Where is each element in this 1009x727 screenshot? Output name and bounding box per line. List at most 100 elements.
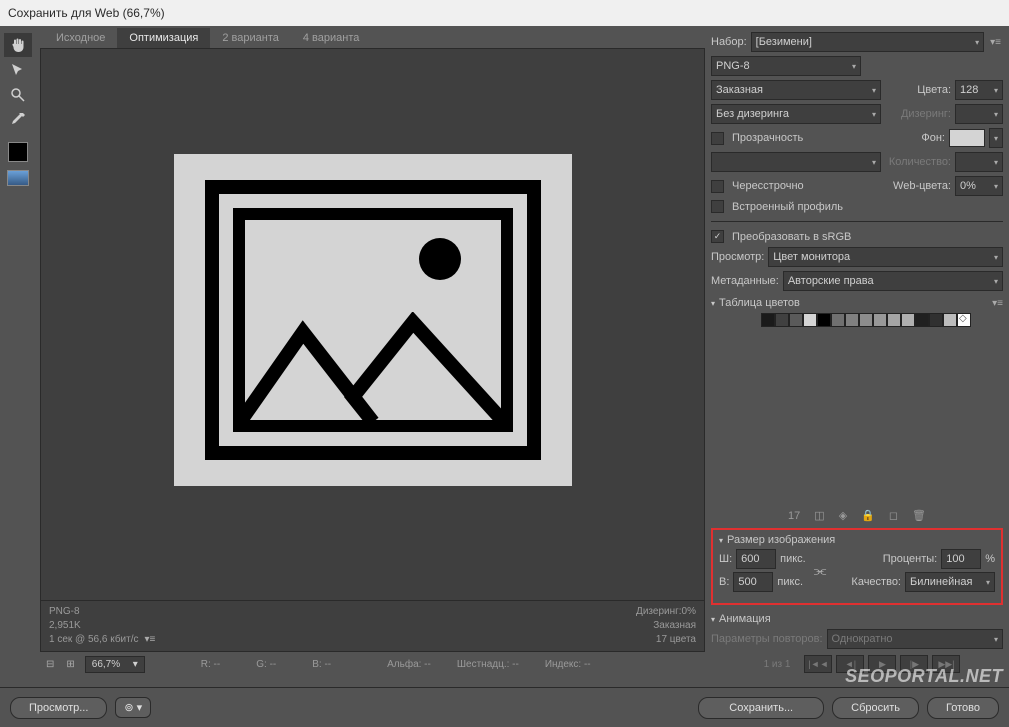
loop-select: Однократно▾: [827, 629, 1003, 649]
canvas-area[interactable]: [40, 48, 705, 601]
hand-tool[interactable]: [4, 33, 32, 57]
tab-2up[interactable]: 2 варианта: [210, 28, 291, 48]
tab-4up[interactable]: 4 варианта: [291, 28, 372, 48]
convert-srgb-label: Преобразовать в sRGB: [732, 231, 851, 243]
height-input[interactable]: [733, 572, 773, 592]
transparency-label: Прозрачность: [732, 132, 803, 144]
webcolors-select[interactable]: 0%▾: [955, 176, 1003, 196]
color-swatch[interactable]: [943, 313, 957, 327]
reset-button[interactable]: Сбросить: [832, 697, 919, 719]
preview-label: Просмотр:: [711, 251, 764, 263]
speed-menu-icon[interactable]: ▾≡: [143, 633, 158, 647]
new-color-icon[interactable]: ◻: [889, 509, 898, 522]
transparency-checkbox[interactable]: [711, 132, 724, 145]
color-swatch[interactable]: [775, 313, 789, 327]
preset-select[interactable]: [Безимени]▾: [751, 32, 984, 52]
color-swatch[interactable]: [761, 313, 775, 327]
interlaced-checkbox[interactable]: [711, 180, 724, 193]
preview-tabs: Исходное Оптимизация 2 варианта 4 вариан…: [36, 26, 709, 48]
status-g: G: --: [256, 659, 276, 670]
color-swatch[interactable]: [887, 313, 901, 327]
eyedropper-tool[interactable]: [4, 108, 32, 132]
browser-preview-button[interactable]: ⊚ ▾: [115, 697, 151, 718]
eyedropper-color-swatch[interactable]: [8, 142, 28, 162]
color-swatch[interactable]: [901, 313, 915, 327]
zoom-select[interactable]: 66,7%▾: [85, 656, 145, 673]
percent-input[interactable]: [941, 549, 981, 569]
color-swatch[interactable]: [845, 313, 859, 327]
info-dither-value: 0%: [682, 606, 696, 617]
quality-label: Качество:: [851, 576, 901, 588]
loop-label: Параметры повторов:: [711, 633, 823, 645]
percent-label: Проценты:: [883, 553, 938, 565]
color-swatch[interactable]: [817, 313, 831, 327]
quality-select[interactable]: Билинейная▾: [905, 572, 995, 592]
width-label: Ш:: [719, 553, 732, 565]
slice-visibility-toggle[interactable]: [7, 170, 29, 186]
color-swatch[interactable]: [929, 313, 943, 327]
tab-optimized[interactable]: Оптимизация: [117, 28, 210, 48]
color-table-toolbar: 17 ◫ ◈ 🔒 ◻ 🗑: [711, 505, 1003, 526]
optimize-info-strip: PNG-8 2,951K 1 сек @ 56,6 кбит/с ▾≡ Дизе…: [40, 601, 705, 652]
embed-profile-checkbox[interactable]: [711, 200, 724, 213]
dither-amount-label: Дизеринг:: [901, 108, 951, 120]
color-table-swatches[interactable]: [761, 313, 1003, 327]
preset-menu-icon[interactable]: ▾≡: [988, 37, 1003, 48]
first-frame-button[interactable]: |◄◄: [804, 655, 832, 673]
colors-select[interactable]: 128▾: [955, 80, 1003, 100]
matte-label: Фон:: [921, 132, 945, 144]
shift-web-icon[interactable]: ◈: [839, 509, 847, 522]
zoom-tool[interactable]: [4, 83, 32, 107]
colors-label: Цвета:: [917, 84, 951, 96]
interlaced-label: Чересстрочно: [732, 180, 804, 192]
delete-color-icon[interactable]: 🗑: [912, 509, 926, 522]
preview-button[interactable]: Просмотр...: [10, 697, 107, 719]
plus-icon[interactable]: ⊞: [64, 659, 76, 670]
info-download-time: 1 сек @ 56,6 кбит/с: [49, 633, 139, 647]
info-dither-label: Дизеринг:: [636, 606, 682, 617]
save-button[interactable]: Сохранить...: [698, 697, 824, 719]
animation-collapse-icon[interactable]: ▾: [711, 615, 715, 624]
color-table-menu-icon[interactable]: ▾≡: [992, 298, 1003, 309]
color-table-collapse-icon[interactable]: ▾: [711, 299, 715, 308]
color-swatch[interactable]: [803, 313, 817, 327]
color-swatch[interactable]: [915, 313, 929, 327]
minus-icon[interactable]: ⊟: [44, 659, 56, 670]
constrain-proportions-icon[interactable]: ⫘: [810, 562, 831, 579]
image-size-title: Размер изображения: [727, 534, 835, 546]
info-palette: Заказная: [636, 619, 696, 633]
color-swatch-placeholder[interactable]: [957, 313, 971, 327]
color-swatch[interactable]: [859, 313, 873, 327]
dither-method-select[interactable]: Без дизеринга▾: [711, 104, 881, 124]
preset-label: Набор:: [711, 36, 747, 48]
convert-srgb-checkbox[interactable]: [711, 230, 724, 243]
color-swatch[interactable]: [789, 313, 803, 327]
preview-select[interactable]: Цвет монитора▾: [768, 247, 1003, 267]
color-swatch[interactable]: [831, 313, 845, 327]
format-select[interactable]: PNG-8▾: [711, 56, 861, 76]
frame-indicator: 1 из 1: [754, 659, 801, 670]
map-to-transparent-icon[interactable]: ◫: [814, 509, 824, 522]
matte-color-well[interactable]: [949, 129, 985, 147]
lock-color-icon[interactable]: 🔒: [861, 509, 875, 522]
height-unit: пикс.: [777, 576, 803, 588]
tab-original[interactable]: Исходное: [44, 28, 117, 48]
color-swatch[interactable]: [873, 313, 887, 327]
color-table-title: Таблица цветов: [719, 297, 800, 309]
done-button[interactable]: Готово: [927, 697, 999, 719]
width-input[interactable]: [736, 549, 776, 569]
info-filesize: 2,951K: [49, 619, 157, 633]
color-count: 17: [788, 510, 800, 522]
status-alpha: Альфа: --: [387, 659, 431, 670]
metadata-select[interactable]: Авторские права▾: [783, 271, 1003, 291]
window-title: Сохранить для Web (66,7%): [0, 0, 1009, 26]
reduction-select[interactable]: Заказная▾: [711, 80, 881, 100]
matte-select[interactable]: ▾: [989, 128, 1003, 148]
animation-title: Анимация: [719, 613, 771, 625]
artboard: [174, 154, 572, 486]
info-format: PNG-8: [49, 605, 157, 619]
image-size-collapse-icon[interactable]: ▾: [719, 536, 723, 545]
status-bar: ⊟ ⊞ 66,7%▾ R: -- G: -- B: -- Альфа: -- Ш…: [36, 652, 709, 677]
width-unit: пикс.: [780, 553, 806, 565]
slice-select-tool[interactable]: [4, 58, 32, 82]
